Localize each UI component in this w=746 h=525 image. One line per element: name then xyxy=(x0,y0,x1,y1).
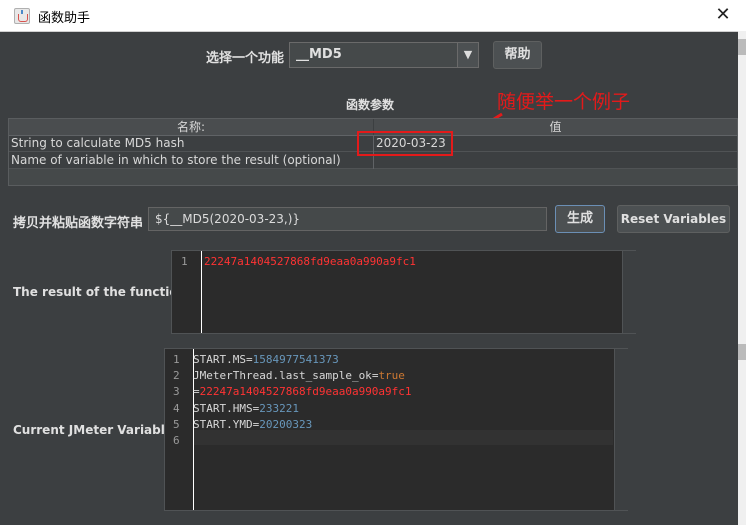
function-string-input[interactable]: ${__MD5(2020-03-23,)} xyxy=(148,207,547,231)
variable-line: START.MS=1584977541373 xyxy=(193,353,339,366)
variable-value: 233221 xyxy=(259,401,299,415)
variable-value: 20200323 xyxy=(259,417,313,431)
reset-variables-button[interactable]: Reset Variables xyxy=(617,205,730,233)
variable-line: START.YMD=20200323 xyxy=(193,418,312,431)
variable-key: START.YMD xyxy=(193,417,253,431)
line-number: 5 xyxy=(173,417,180,431)
variable-key: START.MS xyxy=(193,353,246,366)
window-title: 函数助手 xyxy=(38,11,91,26)
result-value: 22247a1404527868fd9eaa0a990a9fc1 xyxy=(204,255,416,268)
title-bar: 函数助手 ✕ xyxy=(0,0,746,32)
line-number: 1 xyxy=(181,255,188,268)
column-header-name: 名称: xyxy=(9,119,373,136)
param-name: String to calculate MD5 hash xyxy=(11,136,185,150)
variable-value: true xyxy=(378,369,405,383)
background-window-edge xyxy=(738,31,746,525)
param-name: Name of variable in which to store the r… xyxy=(11,153,341,167)
variable-line: =22247a1404527868fd9eaa0a990a9fc1 xyxy=(193,385,412,398)
function-select[interactable]: __MD5 ▼ xyxy=(289,42,479,68)
line-number: 4 xyxy=(173,401,180,415)
variable-key: JMeterThread.last_sample_ok xyxy=(193,369,372,383)
variables-label: Current JMeter Variables xyxy=(13,423,181,437)
java-cup-icon xyxy=(14,8,30,24)
variable-value: 22247a1404527868fd9eaa0a990a9fc1 xyxy=(199,385,412,399)
line-number: 6 xyxy=(173,434,180,447)
result-vertical-scrollbar[interactable] xyxy=(622,251,636,333)
line-number: 1 xyxy=(173,353,180,366)
variable-line: JMeterThread.last_sample_ok=true xyxy=(193,369,405,382)
variables-editor[interactable]: 1 START.MS=1584977541373 2 JMeterThread.las… xyxy=(164,348,628,511)
variable-key: START.HMS xyxy=(193,401,253,415)
line-number: 3 xyxy=(173,385,180,399)
variable-equals: = xyxy=(245,353,253,366)
line-number: 2 xyxy=(173,369,180,383)
result-editor[interactable]: 1 22247a1404527868fd9eaa0a990a9fc1 xyxy=(171,250,636,334)
function-select-value: __MD5 xyxy=(296,47,342,62)
copy-label: 拷贝并粘贴函数字符串 xyxy=(13,216,144,231)
variables-vertical-scrollbar[interactable] xyxy=(614,349,628,510)
close-button[interactable]: ✕ xyxy=(710,4,736,26)
annotation-text: 随便举一个例子 xyxy=(497,91,631,113)
chevron-down-icon[interactable]: ▼ xyxy=(457,43,478,67)
params-title: 函数参数 xyxy=(346,98,395,112)
generate-button[interactable]: 生成 xyxy=(555,205,605,233)
variable-line: START.HMS=233221 xyxy=(193,402,299,415)
variable-value: 1584977541373 xyxy=(252,353,339,366)
annotation-highlight-box xyxy=(357,131,453,156)
function-select-label: 选择一个功能 xyxy=(206,51,285,66)
variable-equals: = xyxy=(193,385,200,399)
help-button[interactable]: 帮助 xyxy=(493,41,542,69)
